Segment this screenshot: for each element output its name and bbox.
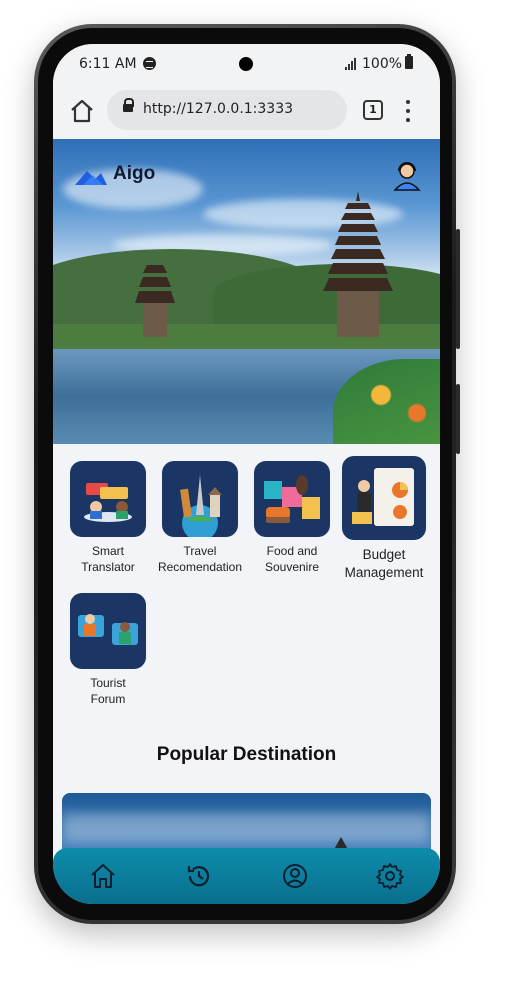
feature-label: Forum xyxy=(90,692,126,706)
history-icon[interactable] xyxy=(184,861,214,891)
travel-icon xyxy=(162,461,238,537)
pagoda-small xyxy=(135,265,175,337)
url-text: http://127.0.0.1:3333 xyxy=(143,101,294,117)
tab-switcher-button[interactable]: 1 xyxy=(363,100,383,120)
hero-banner-image: Aigo xyxy=(53,139,440,444)
feature-tourist-forum[interactable]: Tourist Forum xyxy=(60,593,156,707)
lock-icon xyxy=(123,98,134,112)
feature-budget-management[interactable]: Budget Management xyxy=(336,456,432,582)
feature-travel-recommendation[interactable]: Travel Recomendation xyxy=(152,461,248,575)
forum-icon xyxy=(70,593,146,669)
logo-mark-icon xyxy=(75,171,107,185)
feature-food-souvenir[interactable]: Food and Souvenire xyxy=(244,461,340,575)
brand-name: Aigo xyxy=(113,163,156,184)
spotify-icon xyxy=(143,57,156,70)
support-agent-icon[interactable] xyxy=(393,161,421,191)
feature-label: Translator xyxy=(81,560,135,574)
profile-icon[interactable] xyxy=(280,861,310,891)
feature-label: Souvenire xyxy=(264,560,320,574)
battery-level: 100% xyxy=(362,56,403,72)
popular-destination-title: Popular Destination xyxy=(156,744,337,765)
settings-icon[interactable] xyxy=(375,861,405,891)
bottom-navigation xyxy=(53,848,440,904)
feature-label: Food and xyxy=(266,544,318,558)
volume-button xyxy=(456,229,460,349)
features-grid: Smart Translator Travel Recomendation Fo… xyxy=(53,444,440,774)
feature-label: Management xyxy=(344,565,424,580)
home-icon[interactable] xyxy=(69,98,95,124)
power-button xyxy=(456,384,460,454)
feature-label: Budget xyxy=(362,547,406,562)
feature-smart-translator[interactable]: Smart Translator xyxy=(60,461,156,575)
feature-label: Recomendation xyxy=(157,560,243,574)
status-bar: 6:11 AM 100% xyxy=(53,44,440,82)
feature-label: Travel xyxy=(183,544,217,558)
address-bar[interactable]: http://127.0.0.1:3333 xyxy=(107,90,347,130)
home-icon[interactable] xyxy=(88,861,118,891)
front-camera xyxy=(239,57,253,71)
pagoda-tall xyxy=(323,191,393,337)
food-icon xyxy=(254,461,330,537)
more-menu-icon[interactable] xyxy=(405,100,411,122)
status-time: 6:11 AM xyxy=(79,56,137,72)
translator-icon xyxy=(70,461,146,537)
cloud xyxy=(62,813,431,843)
budget-icon xyxy=(342,456,426,540)
phone-screen: 6:11 AM 100% http://127.0.0.1:3333 1 Aig… xyxy=(53,44,440,904)
signal-icon xyxy=(345,58,359,70)
browser-toolbar: http://127.0.0.1:3333 1 xyxy=(53,82,440,139)
feature-label: Tourist xyxy=(90,676,126,690)
feature-label: Smart xyxy=(91,544,124,558)
battery-icon xyxy=(405,54,413,69)
